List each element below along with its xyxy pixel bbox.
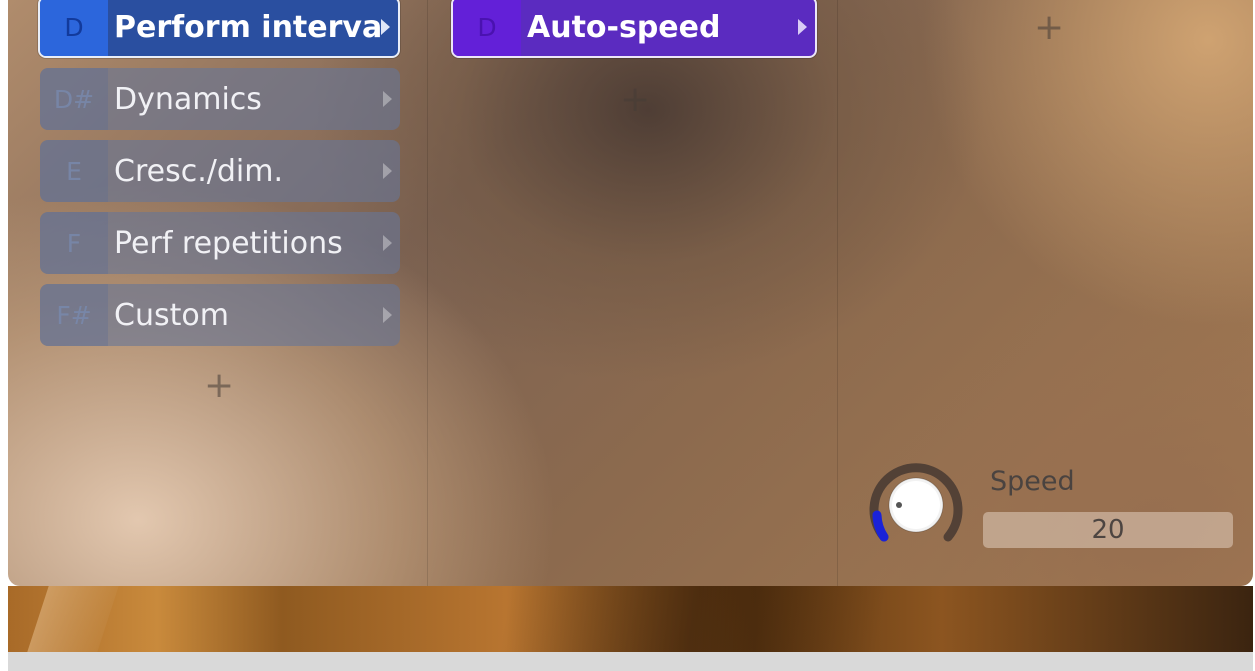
background-image-strip — [8, 586, 1253, 652]
speed-value-field[interactable]: 20 — [983, 512, 1233, 548]
slot-key: D — [453, 0, 521, 56]
column-divider — [837, 0, 838, 586]
column-divider — [427, 0, 428, 586]
slot-key: F — [40, 212, 108, 274]
articulation-panel: D Perform interval D# Dynamics E Cresc./… — [8, 0, 1253, 586]
speed-label: Speed — [990, 466, 1075, 497]
slot-custom[interactable]: F# Custom — [40, 284, 400, 346]
slot-label: Perf repetitions — [114, 225, 343, 261]
slot-dynamics[interactable]: D# Dynamics — [40, 68, 400, 130]
add-slot-button[interactable]: + — [1034, 10, 1064, 46]
chevron-right-icon[interactable] — [381, 19, 390, 35]
slot-key: E — [40, 140, 108, 202]
slot-cresc-dim[interactable]: E Cresc./dim. — [40, 140, 400, 202]
chevron-right-icon[interactable] — [383, 163, 392, 179]
slot-key: F# — [40, 284, 108, 346]
slot-key: D — [40, 0, 108, 56]
speed-knob[interactable] — [866, 455, 966, 555]
slot-perf-repetitions[interactable]: F Perf repetitions — [40, 212, 400, 274]
slot-label: Cresc./dim. — [114, 153, 283, 189]
slot-auto-speed[interactable]: D Auto-speed — [451, 0, 817, 58]
slot-label: Auto-speed — [527, 9, 721, 45]
wood-decoration — [27, 586, 119, 652]
slot-label: Custom — [114, 297, 229, 333]
chevron-right-icon[interactable] — [798, 19, 807, 35]
chevron-right-icon[interactable] — [383, 235, 392, 251]
add-slot-button[interactable]: + — [204, 368, 234, 404]
slot-label: Dynamics — [114, 81, 262, 117]
knob-icon — [869, 463, 963, 542]
slot-label: Perform interval — [114, 9, 381, 45]
slot-key: D# — [40, 68, 108, 130]
chevron-right-icon[interactable] — [383, 307, 392, 323]
add-slot-button[interactable]: + — [620, 82, 650, 118]
bottom-bar — [8, 652, 1253, 671]
slot-perform-interval[interactable]: D Perform interval — [38, 0, 400, 58]
chevron-right-icon[interactable] — [383, 91, 392, 107]
